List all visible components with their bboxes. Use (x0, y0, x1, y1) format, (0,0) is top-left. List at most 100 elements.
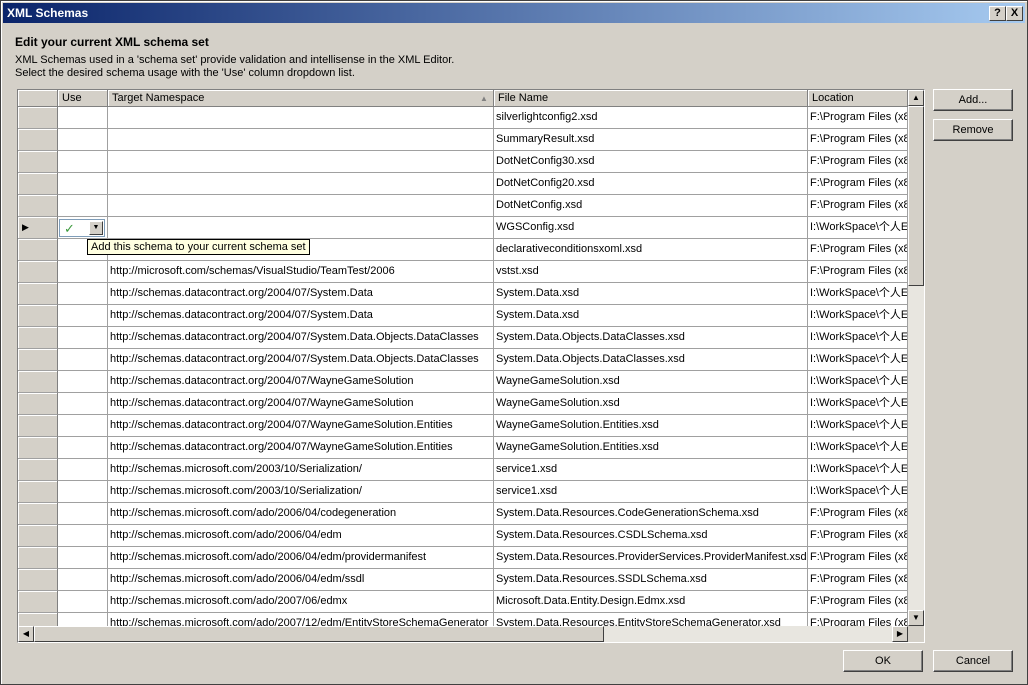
row-header[interactable] (18, 503, 58, 525)
location-cell[interactable]: I:\WorkSpace\个人E (808, 327, 908, 349)
file-name-cell[interactable]: System.Data.Resources.CSDLSchema.xsd (494, 525, 808, 547)
column-header-use[interactable]: Use (58, 90, 108, 107)
table-row[interactable]: ▶ WGSConfig.xsd I:\WorkSpace\个人E (18, 217, 908, 239)
scroll-down-button[interactable]: ▼ (908, 610, 924, 626)
table-row[interactable]: SummaryResult.xsd F:\Program Files (x8 (18, 129, 908, 151)
table-row[interactable]: http://schemas.microsoft.com/ado/2006/04… (18, 547, 908, 569)
file-name-cell[interactable]: SummaryResult.xsd (494, 129, 808, 151)
table-row[interactable]: http://schemas.datacontract.org/2004/07/… (18, 305, 908, 327)
scroll-up-button[interactable]: ▲ (908, 90, 924, 106)
row-header[interactable] (18, 569, 58, 591)
target-namespace-cell[interactable] (108, 151, 494, 173)
use-cell[interactable] (58, 393, 108, 415)
target-namespace-cell[interactable]: http://schemas.datacontract.org/2004/07/… (108, 305, 494, 327)
table-row[interactable]: http://microsoft.com/schemas/VisualStudi… (18, 261, 908, 283)
file-name-cell[interactable]: WGSConfig.xsd (494, 217, 808, 239)
use-cell[interactable] (58, 107, 108, 129)
row-header[interactable] (18, 349, 58, 371)
file-name-cell[interactable]: Microsoft.Data.Entity.Design.Edmx.xsd (494, 591, 808, 613)
use-dropdown[interactable]: ✓ ▼ (59, 219, 105, 237)
row-header[interactable] (18, 173, 58, 195)
add-button[interactable]: Add... (933, 89, 1013, 111)
vertical-scrollbar[interactable]: ▲ ▼ (908, 90, 924, 626)
file-name-cell[interactable]: System.Data.Resources.CodeGenerationSche… (494, 503, 808, 525)
location-cell[interactable]: I:\WorkSpace\个人E (808, 349, 908, 371)
target-namespace-cell[interactable]: http://schemas.datacontract.org/2004/07/… (108, 283, 494, 305)
use-cell[interactable] (58, 151, 108, 173)
use-cell[interactable] (58, 327, 108, 349)
row-header[interactable] (18, 393, 58, 415)
ok-button[interactable]: OK (843, 650, 923, 672)
row-header[interactable]: ▶ (18, 217, 58, 239)
table-row[interactable]: http://schemas.datacontract.org/2004/07/… (18, 283, 908, 305)
table-row[interactable]: http://schemas.microsoft.com/ado/2006/04… (18, 503, 908, 525)
location-cell[interactable]: F:\Program Files (x8 (808, 151, 908, 173)
column-header-location[interactable]: Location (808, 90, 908, 107)
target-namespace-cell[interactable]: http://schemas.datacontract.org/2004/07/… (108, 349, 494, 371)
row-header[interactable] (18, 547, 58, 569)
table-row[interactable]: DotNetConfig30.xsd F:\Program Files (x8 (18, 151, 908, 173)
file-name-cell[interactable]: System.Data.Resources.ProviderServices.P… (494, 547, 808, 569)
location-cell[interactable]: F:\Program Files (x8 (808, 503, 908, 525)
use-cell[interactable] (58, 569, 108, 591)
use-cell[interactable] (58, 283, 108, 305)
table-row[interactable]: http://schemas.microsoft.com/ado/2006/04… (18, 569, 908, 591)
row-header[interactable] (18, 525, 58, 547)
table-row[interactable]: http://schemas.datacontract.org/2004/07/… (18, 327, 908, 349)
cancel-button[interactable]: Cancel (933, 650, 1013, 672)
horizontal-scrollbar[interactable]: ◀ ▶ (18, 626, 908, 642)
target-namespace-cell[interactable]: http://schemas.microsoft.com/ado/2006/04… (108, 503, 494, 525)
target-namespace-cell[interactable]: http://schemas.datacontract.org/2004/07/… (108, 415, 494, 437)
location-cell[interactable]: I:\WorkSpace\个人E (808, 393, 908, 415)
file-name-cell[interactable]: DotNetConfig.xsd (494, 195, 808, 217)
target-namespace-cell[interactable]: http://schemas.microsoft.com/ado/2007/06… (108, 591, 494, 613)
row-header[interactable] (18, 195, 58, 217)
target-namespace-cell[interactable]: http://schemas.datacontract.org/2004/07/… (108, 393, 494, 415)
table-row[interactable]: http://schemas.datacontract.org/2004/07/… (18, 371, 908, 393)
scroll-left-button[interactable]: ◀ (18, 626, 34, 642)
file-name-cell[interactable]: DotNetConfig20.xsd (494, 173, 808, 195)
use-cell[interactable] (58, 415, 108, 437)
row-header[interactable] (18, 305, 58, 327)
location-cell[interactable]: I:\WorkSpace\个人E (808, 305, 908, 327)
location-cell[interactable]: I:\WorkSpace\个人E (808, 415, 908, 437)
location-cell[interactable]: F:\Program Files (x8 (808, 613, 908, 626)
target-namespace-cell[interactable]: http://schemas.microsoft.com/ado/2006/04… (108, 569, 494, 591)
location-cell[interactable]: I:\WorkSpace\个人E (808, 481, 908, 503)
target-namespace-cell[interactable]: http://schemas.datacontract.org/2004/07/… (108, 437, 494, 459)
row-header[interactable] (18, 239, 58, 261)
target-namespace-cell[interactable]: http://schemas.datacontract.org/2004/07/… (108, 327, 494, 349)
file-name-cell[interactable]: WayneGameSolution.xsd (494, 393, 808, 415)
target-namespace-cell[interactable]: http://schemas.microsoft.com/ado/2006/04… (108, 525, 494, 547)
column-header-file-name[interactable]: File Name (494, 90, 808, 107)
use-cell[interactable] (58, 591, 108, 613)
location-cell[interactable]: F:\Program Files (x8 (808, 525, 908, 547)
table-row[interactable]: DotNetConfig20.xsd F:\Program Files (x8 (18, 173, 908, 195)
row-header[interactable] (18, 283, 58, 305)
file-name-cell[interactable]: System.Data.xsd (494, 283, 808, 305)
location-cell[interactable]: F:\Program Files (x8 (808, 195, 908, 217)
location-cell[interactable]: F:\Program Files (x8 (808, 239, 908, 261)
use-cell[interactable] (58, 173, 108, 195)
file-name-cell[interactable]: WayneGameSolution.xsd (494, 371, 808, 393)
file-name-cell[interactable]: silverlightconfig2.xsd (494, 107, 808, 129)
vertical-scroll-thumb[interactable] (908, 106, 924, 286)
target-namespace-cell[interactable]: http://schemas.microsoft.com/ado/2006/04… (108, 547, 494, 569)
row-header[interactable] (18, 459, 58, 481)
table-row[interactable]: silverlightconfig2.xsd F:\Program Files (… (18, 107, 908, 129)
row-header[interactable] (18, 371, 58, 393)
location-cell[interactable]: I:\WorkSpace\个人E (808, 437, 908, 459)
use-cell[interactable] (58, 613, 108, 626)
file-name-cell[interactable]: System.Data.Resources.EntityStoreSchemaG… (494, 613, 808, 626)
location-cell[interactable]: F:\Program Files (x8 (808, 591, 908, 613)
file-name-cell[interactable]: DotNetConfig30.xsd (494, 151, 808, 173)
target-namespace-cell[interactable] (108, 217, 494, 239)
location-cell[interactable]: F:\Program Files (x8 (808, 261, 908, 283)
table-row[interactable]: http://schemas.datacontract.org/2004/07/… (18, 393, 908, 415)
remove-button[interactable]: Remove (933, 119, 1013, 141)
use-cell[interactable] (58, 525, 108, 547)
row-header[interactable] (18, 591, 58, 613)
target-namespace-cell[interactable] (108, 129, 494, 151)
use-cell[interactable] (58, 547, 108, 569)
target-namespace-cell[interactable] (108, 107, 494, 129)
